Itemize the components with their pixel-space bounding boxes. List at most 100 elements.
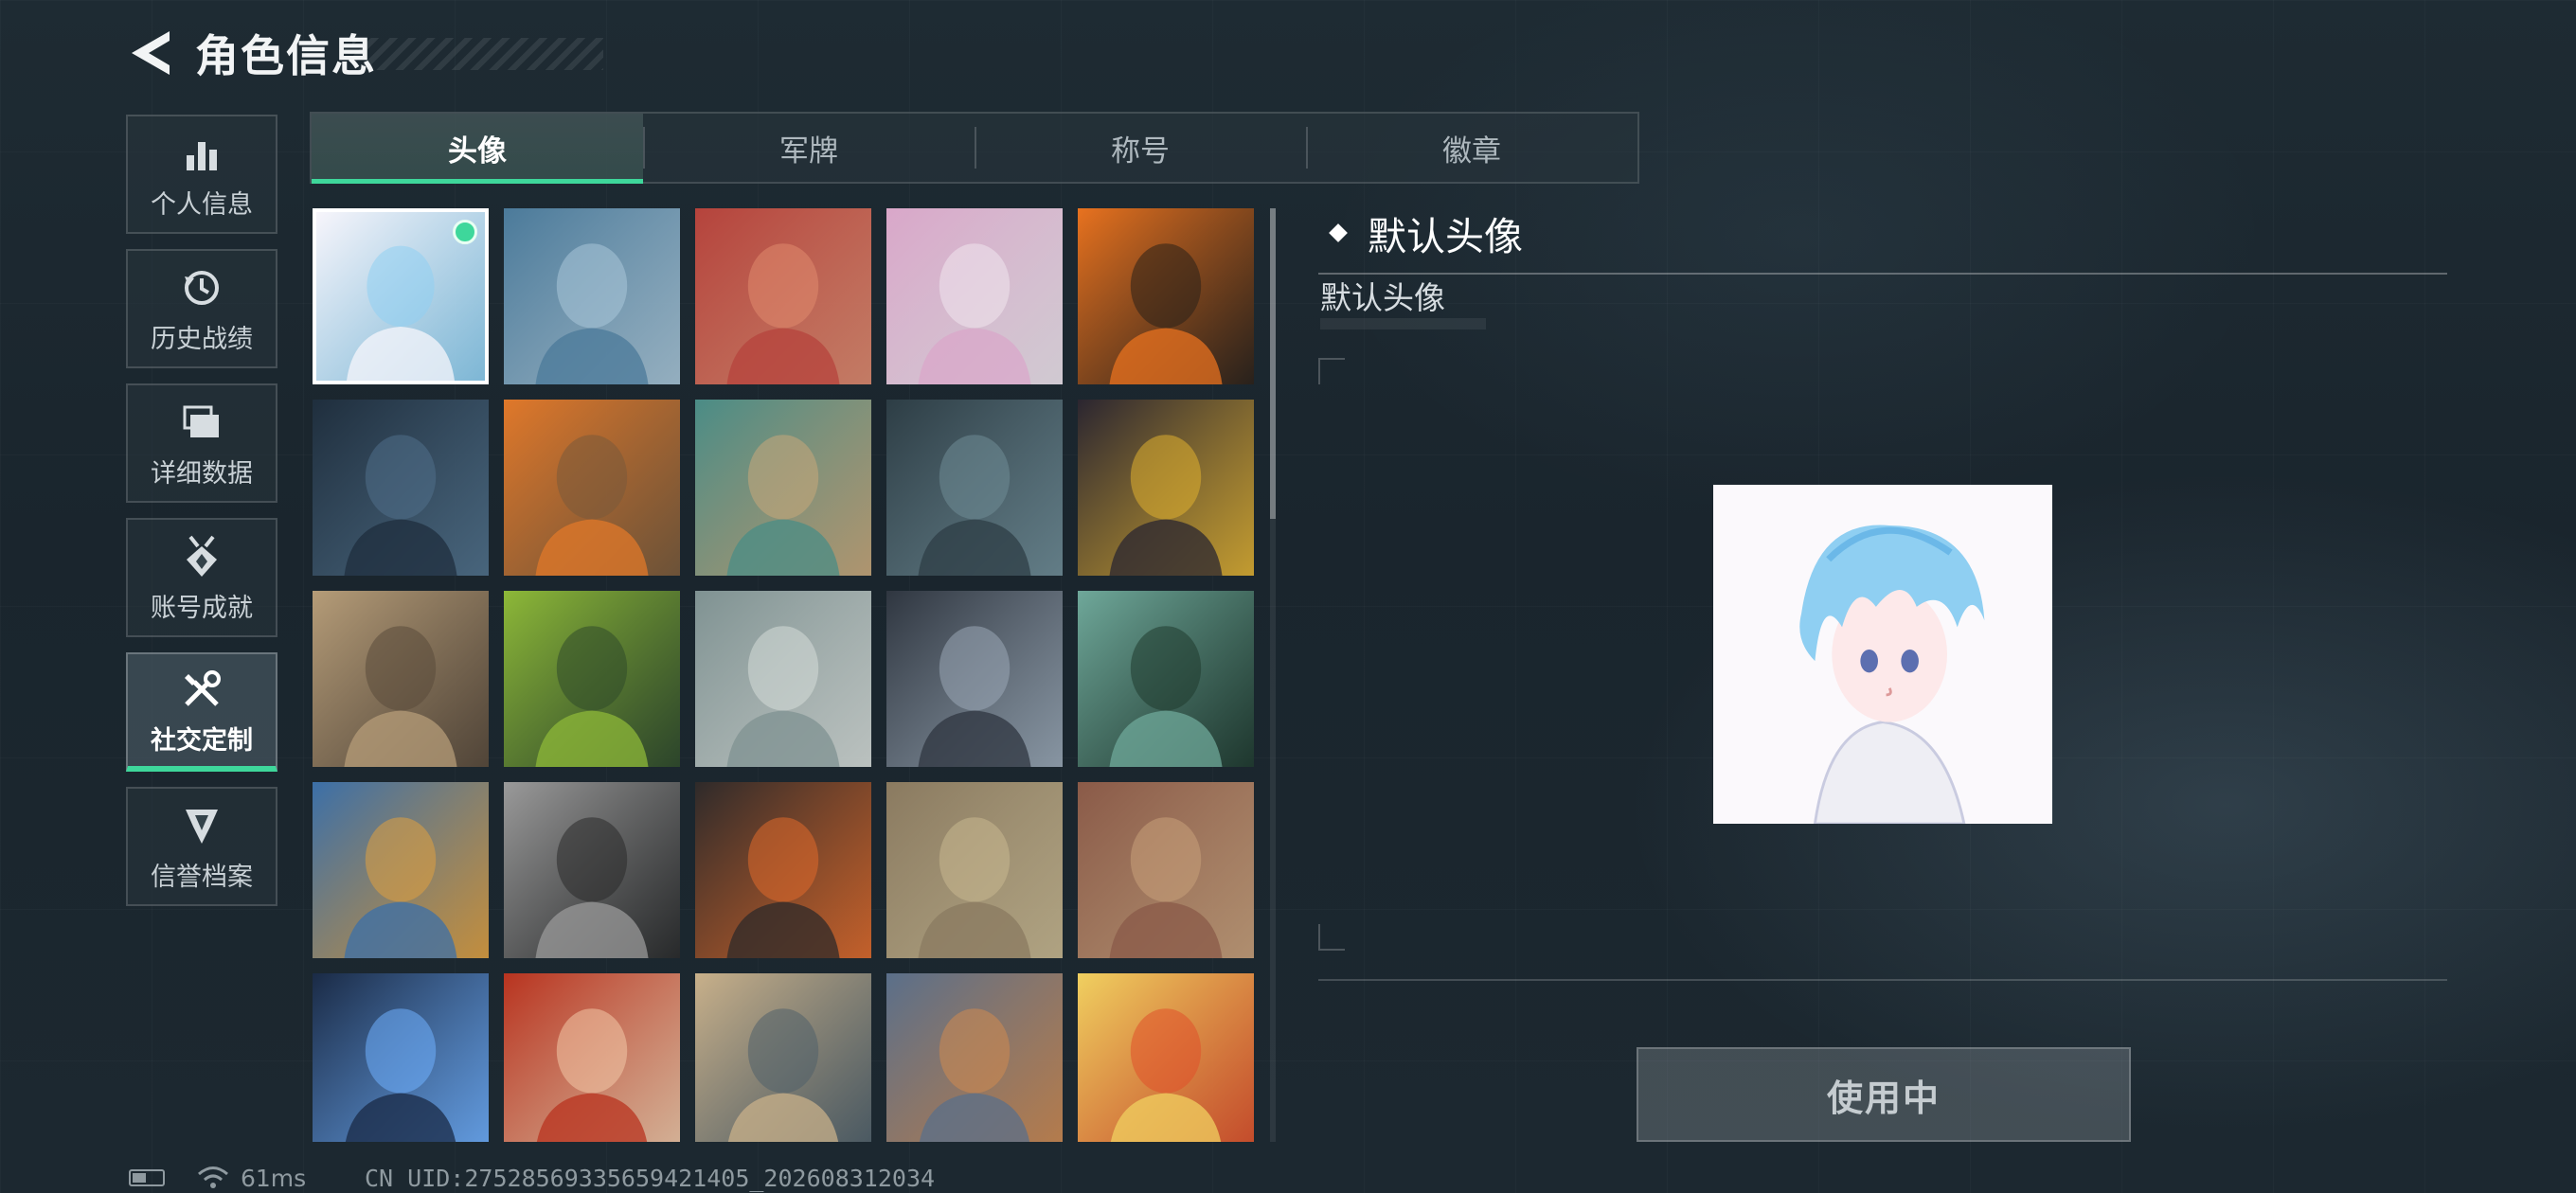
avatar-option[interactable] [695, 973, 871, 1142]
side-item-achievements[interactable]: 账号成就 [126, 518, 277, 637]
avatar-thumbnail [886, 782, 1063, 958]
tab-avatar[interactable]: 头像 [312, 114, 643, 184]
avatar-thumbnail [695, 208, 871, 384]
avatar-option[interactable] [504, 782, 680, 958]
avatar-thumbnail [886, 208, 1063, 384]
side-item-label: 信誉档案 [151, 862, 253, 892]
diamond-icon [1329, 223, 1348, 242]
avatar-option[interactable] [1078, 973, 1254, 1142]
avatar-option[interactable] [886, 400, 1063, 576]
avatar-thumbnail [1078, 973, 1254, 1142]
side-item-label: 社交定制 [151, 725, 253, 756]
avatar-option[interactable] [313, 973, 489, 1142]
avatar-option[interactable] [313, 591, 489, 767]
avatar-option[interactable] [313, 782, 489, 958]
avatar-option[interactable] [1078, 782, 1254, 958]
avatar-option[interactable] [1078, 400, 1254, 576]
avatar-option[interactable] [886, 591, 1063, 767]
detail-description-placeholder [1320, 318, 1486, 329]
scrollbar-thumb[interactable] [1270, 208, 1276, 519]
folder-stack-icon [183, 405, 219, 437]
side-item-label: 个人信息 [151, 189, 253, 220]
tab-title[interactable]: 称号 [975, 114, 1306, 182]
detail-bottom-divider [1318, 979, 2447, 981]
avatar-thumbnail [313, 591, 489, 767]
side-item-label: 历史战绩 [151, 324, 253, 354]
avatar-preview [1713, 485, 2052, 824]
avatar-option[interactable] [886, 973, 1063, 1142]
avatar-option[interactable] [1078, 591, 1254, 767]
avatar-thumbnail [504, 973, 680, 1142]
in-use-button-label: 使用中 [1826, 1077, 1941, 1119]
achievement-medal-icon [187, 535, 217, 577]
status-bar: 61ms [129, 1164, 307, 1192]
avatar-option[interactable] [504, 591, 680, 767]
avatar-thumbnail [504, 208, 680, 384]
frame-corner [1318, 358, 1345, 384]
avatar-thumbnail [504, 591, 680, 767]
avatar-option[interactable] [886, 208, 1063, 384]
detail-title: 默认头像 [1368, 214, 1523, 259]
avatar-option[interactable] [886, 782, 1063, 958]
tab-dog-tag[interactable]: 军牌 [643, 114, 975, 182]
in-use-button[interactable]: 使用中 [1637, 1047, 2131, 1142]
avatar-option[interactable] [313, 400, 489, 576]
detail-subtitle: 默认头像 [1320, 279, 1445, 316]
avatar-thumbnail [1078, 208, 1254, 384]
tools-wrench-icon [185, 669, 221, 706]
wifi-icon [198, 1166, 228, 1188]
avatar-preview-image [1713, 485, 2052, 824]
ping-value: 61ms [241, 1164, 307, 1192]
side-item-history[interactable]: 历史战绩 [126, 249, 277, 368]
uid-text: CN UID:27528569335659421405_202608312034 [365, 1165, 936, 1192]
avatar-thumbnail [695, 782, 871, 958]
avatar-thumbnail [886, 973, 1063, 1142]
avatar-thumbnail [1078, 400, 1254, 576]
side-item-credit-record[interactable]: 信誉档案 [126, 787, 277, 906]
title-decoration [352, 38, 603, 70]
bar-chart-icon [187, 141, 217, 170]
avatar-grid [313, 208, 1260, 1142]
selected-indicator-icon [453, 220, 477, 244]
side-item-personal-info[interactable]: 个人信息 [126, 115, 277, 234]
detail-divider [1318, 273, 2447, 275]
avatar-option[interactable] [695, 400, 871, 576]
avatar-thumbnail [695, 400, 871, 576]
history-clock-icon [185, 270, 219, 305]
avatar-thumbnail [886, 400, 1063, 576]
tab-badge[interactable]: 徽章 [1306, 114, 1637, 182]
side-item-label: 详细数据 [151, 458, 253, 489]
credit-shield-icon [186, 809, 218, 844]
back-button[interactable] [125, 28, 174, 78]
avatar-thumbnail [313, 400, 489, 576]
tab-bar: 头像 军牌 称号 徽章 [310, 112, 1639, 184]
detail-header: 默认头像 [1318, 206, 2447, 275]
avatar-thumbnail [695, 973, 871, 1142]
avatar-thumbnail [504, 400, 680, 576]
battery-icon [129, 1169, 165, 1186]
avatar-option[interactable] [313, 208, 489, 384]
side-item-social-custom[interactable]: 社交定制 [126, 652, 277, 772]
avatar-thumbnail [1078, 782, 1254, 958]
side-item-detailed-data[interactable]: 详细数据 [126, 383, 277, 503]
avatar-option[interactable] [695, 591, 871, 767]
avatar-thumbnail [886, 591, 1063, 767]
avatar-option[interactable] [504, 973, 680, 1142]
avatar-option[interactable] [695, 782, 871, 958]
avatar-thumbnail [313, 782, 489, 958]
avatar-option[interactable] [695, 208, 871, 384]
avatar-option[interactable] [1078, 208, 1254, 384]
avatar-scrollbar[interactable] [1270, 208, 1276, 1142]
avatar-thumbnail [695, 591, 871, 767]
avatar-thumbnail [1078, 591, 1254, 767]
avatar-option[interactable] [504, 208, 680, 384]
avatar-thumbnail [504, 782, 680, 958]
back-arrow-icon [132, 31, 170, 75]
page-header: 角色信息 [125, 25, 377, 81]
avatar-thumbnail [313, 973, 489, 1142]
avatar-option[interactable] [504, 400, 680, 576]
side-item-label: 账号成就 [151, 593, 253, 623]
side-menu: 个人信息 历史战绩 详细数据 账号成就 社交定制 信誉档案 [126, 115, 277, 921]
page-title: 角色信息 [195, 30, 377, 81]
frame-corner [1318, 924, 1345, 951]
